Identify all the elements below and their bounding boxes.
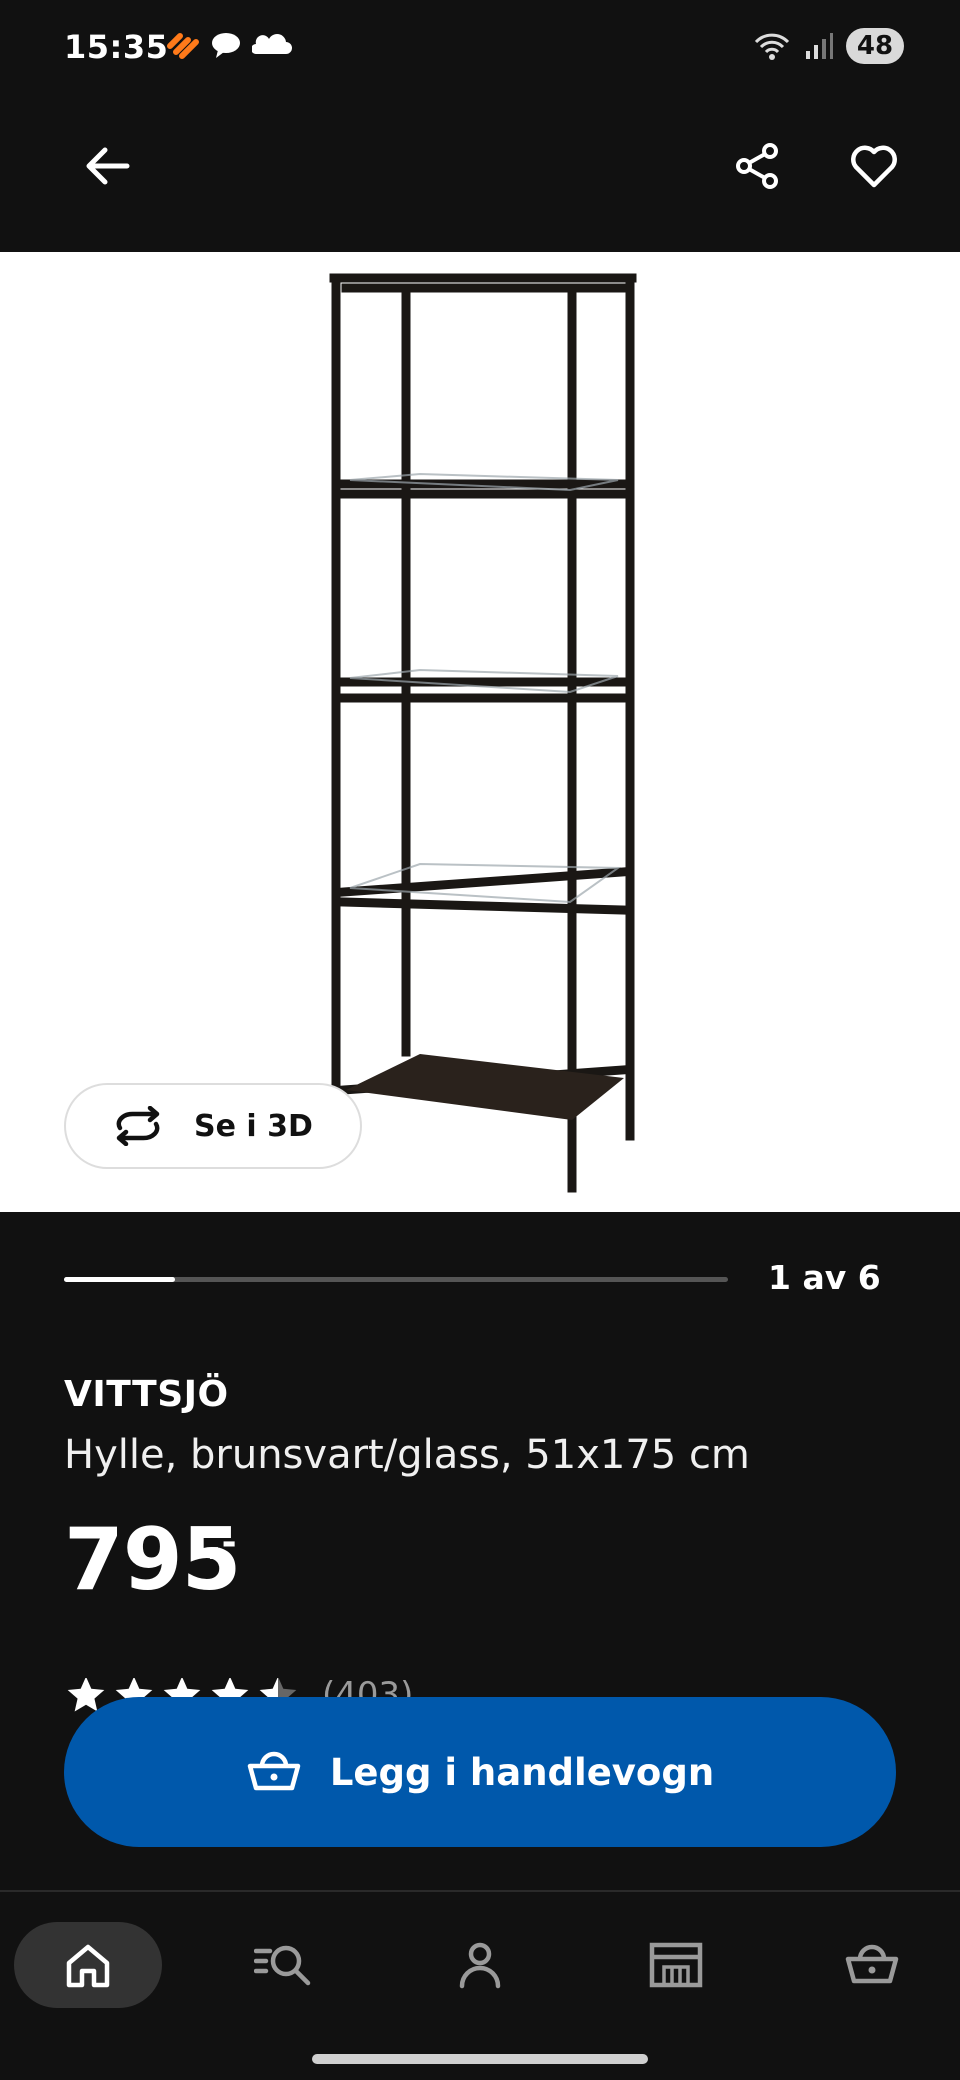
battery-indicator: 48: [846, 28, 904, 64]
nav-cart[interactable]: [798, 1922, 946, 2008]
carousel-counter: 1 av 6: [768, 1258, 881, 1297]
app-notification-icon: [167, 33, 199, 59]
home-icon: [66, 1944, 110, 1988]
heart-icon: [851, 145, 897, 188]
status-icons-right: 48: [752, 28, 904, 64]
share-icon: [736, 143, 778, 189]
home-indicator[interactable]: [312, 2054, 648, 2064]
rotate-3d-icon: [116, 1106, 160, 1146]
product-image[interactable]: [0, 252, 960, 1212]
store-icon: [649, 1942, 703, 1988]
status-icons-left: [166, 30, 292, 60]
arrow-left-icon: [86, 147, 130, 185]
person-icon: [459, 1942, 501, 1989]
add-to-cart-label: Legg i handlevogn: [329, 1750, 715, 1794]
carousel-progress-fill: [64, 1277, 175, 1282]
back-button[interactable]: [67, 126, 147, 206]
favorite-button[interactable]: [834, 126, 914, 206]
nav-search[interactable]: [210, 1922, 358, 2008]
basket-icon: [247, 1751, 301, 1791]
view-in-3d-button[interactable]: Se i 3D: [64, 1083, 362, 1169]
add-to-cart-button[interactable]: Legg i handlevogn: [64, 1697, 896, 1847]
search-list-icon: [254, 1945, 311, 1986]
product-name: VITTSJÖ: [64, 1374, 229, 1415]
status-bar: 15:35 48: [0, 0, 960, 100]
chat-icon: [212, 33, 240, 58]
shelf-illustration: [329, 273, 637, 1193]
wifi-icon: [754, 33, 790, 60]
status-time: 15:35: [64, 28, 169, 66]
price-suffix: ,-: [208, 1522, 237, 1563]
nav-home[interactable]: [14, 1922, 162, 2008]
carousel-progress-track: [64, 1277, 728, 1282]
signal-icon: [806, 33, 833, 59]
nav-profile[interactable]: [406, 1922, 554, 2008]
cloud-icon: [252, 34, 292, 54]
product-description: Hylle, brunsvart/glass, 51x175 cm: [64, 1432, 750, 1478]
nav-stores[interactable]: [602, 1922, 750, 2008]
bottom-nav: [0, 1892, 960, 2080]
view-in-3d-label: Se i 3D: [194, 1108, 313, 1144]
basket-icon: [845, 1944, 899, 1984]
share-button[interactable]: [717, 126, 797, 206]
